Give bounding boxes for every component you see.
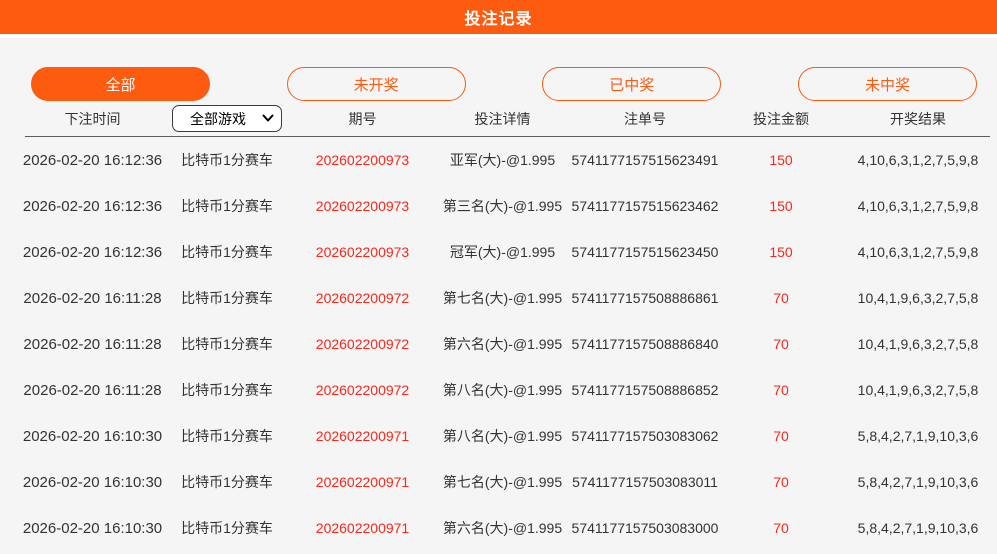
table-row: 2026-02-20 16:11:28 比特币1分赛车 202602200972… [23, 321, 990, 367]
cell-bet-detail: 第六名(大)-@1.995 [442, 520, 563, 536]
cell-game-name: 比特币1分赛车 [181, 336, 273, 352]
cell-bet-time: 2026-02-20 16:12:36 [22, 197, 163, 215]
betting-records-page: 投注记录 全部 未开奖 已中奖 未中奖 下注时间 全部游戏 期号 投注详情 注单… [0, 0, 997, 554]
cell-game-name: 比特币1分赛车 [181, 290, 273, 306]
cell-draw-result: 5,8,4,2,7,1,9,10,3,6 [857, 474, 979, 490]
cell-order-number: 5741177157508886861 [571, 290, 719, 306]
cell-game-name: 比特币1分赛车 [181, 520, 273, 536]
cell-bet-time: 2026-02-20 16:10:30 [22, 519, 163, 537]
cell-bet-amount: 70 [773, 382, 789, 398]
cell-bet-detail: 第三名(大)-@1.995 [442, 198, 563, 214]
cell-period-number: 202602200972 [315, 382, 410, 398]
page-title: 投注记录 [464, 11, 533, 28]
cell-draw-result: 4,10,6,3,1,2,7,5,9,8 [857, 198, 979, 214]
cell-bet-detail: 第七名(大)-@1.995 [442, 290, 563, 306]
table-row: 2026-02-20 16:12:36 比特币1分赛车 202602200973… [22, 183, 990, 229]
cell-period-number: 202602200971 [315, 520, 410, 536]
game-filter-dropdown[interactable]: 全部游戏 [172, 105, 282, 132]
cell-period-number: 202602200973 [315, 152, 410, 168]
table-header-row: 下注时间 全部游戏 期号 投注详情 注单号 投注金额 开奖结果 [25, 101, 990, 137]
cell-bet-detail: 冠军(大)-@1.995 [449, 244, 556, 260]
cell-bet-time: 2026-02-20 16:12:36 [22, 151, 163, 169]
column-header-order-no: 注单号 [624, 110, 666, 127]
bet-records-table: 下注时间 全部游戏 期号 投注详情 注单号 投注金额 开奖结果 2026-02-… [22, 101, 990, 551]
column-header-period: 期号 [348, 110, 377, 127]
cell-game-name: 比特币1分赛车 [181, 198, 273, 214]
table-row: 2026-02-20 16:12:36 比特币1分赛车 202602200973… [22, 137, 990, 183]
table-row: 2026-02-20 16:10:30 比特币1分赛车 202602200971… [22, 413, 990, 459]
cell-draw-result: 5,8,4,2,7,1,9,10,3,6 [857, 520, 979, 536]
table-row: 2026-02-20 16:11:28 比特币1分赛车 202602200972… [23, 275, 990, 321]
cell-bet-detail: 亚军(大)-@1.995 [449, 152, 556, 168]
cell-bet-amount: 150 [769, 198, 793, 214]
cell-draw-result: 10,4,1,9,6,3,2,7,5,8 [857, 290, 979, 306]
cell-order-number: 5741177157508886852 [571, 382, 719, 398]
cell-bet-amount: 70 [773, 428, 789, 444]
cell-period-number: 202602200971 [315, 474, 410, 490]
cell-order-number: 5741177157508886840 [571, 336, 719, 352]
cell-order-number: 5741177157515623450 [571, 244, 719, 260]
cell-bet-detail: 第六名(大)-@1.995 [442, 336, 563, 352]
cell-order-number: 5741177157503083011 [572, 474, 718, 490]
cell-game-name: 比特币1分赛车 [181, 474, 273, 490]
game-filter-select[interactable]: 全部游戏 [172, 105, 282, 132]
cell-draw-result: 4,10,6,3,1,2,7,5,9,8 [857, 152, 979, 168]
cell-order-number: 5741177157515623462 [571, 198, 719, 214]
filter-all-button[interactable]: 全部 [31, 67, 210, 101]
cell-period-number: 202602200973 [315, 198, 410, 214]
cell-draw-result: 10,4,1,9,6,3,2,7,5,8 [857, 382, 979, 398]
filter-lost-button[interactable]: 未中奖 [797, 67, 977, 101]
cell-bet-time: 2026-02-20 16:12:36 [22, 243, 163, 261]
cell-period-number: 202602200972 [315, 290, 410, 306]
cell-bet-time: 2026-02-20 16:11:28 [23, 381, 162, 399]
cell-draw-result: 10,4,1,9,6,3,2,7,5,8 [857, 336, 979, 352]
cell-bet-amount: 70 [773, 474, 789, 490]
table-row: 2026-02-20 16:12:36 比特币1分赛车 202602200973… [22, 229, 990, 275]
cell-order-number: 5741177157503083000 [571, 520, 719, 536]
filter-bar: 全部 未开奖 已中奖 未中奖 [0, 38, 997, 101]
cell-order-number: 5741177157515623491 [571, 152, 719, 168]
cell-bet-detail: 第八名(大)-@1.995 [442, 428, 563, 444]
cell-draw-result: 5,8,4,2,7,1,9,10,3,6 [857, 428, 979, 444]
cell-bet-time: 2026-02-20 16:10:30 [22, 473, 163, 491]
column-header-bet-time: 下注时间 [64, 110, 121, 127]
table-row: 2026-02-20 16:10:30 比特币1分赛车 202602200971… [22, 459, 990, 505]
cell-order-number: 5741177157503083062 [571, 428, 719, 444]
cell-bet-amount: 70 [773, 336, 789, 352]
cell-period-number: 202602200972 [315, 336, 410, 352]
column-header-bet-detail: 投注详情 [474, 110, 531, 127]
table-row: 2026-02-20 16:11:28 比特币1分赛车 202602200972… [23, 367, 990, 413]
cell-draw-result: 4,10,6,3,1,2,7,5,9,8 [857, 244, 979, 260]
cell-period-number: 202602200971 [315, 428, 410, 444]
cell-bet-detail: 第七名(大)-@1.995 [442, 474, 563, 490]
cell-bet-amount: 70 [773, 290, 789, 306]
table-row: 2026-02-20 16:10:30 比特币1分赛车 202602200971… [22, 505, 990, 551]
cell-bet-amount: 150 [769, 244, 793, 260]
cell-game-name: 比特币1分赛车 [181, 428, 273, 444]
cell-period-number: 202602200973 [315, 244, 410, 260]
cell-bet-amount: 150 [769, 152, 793, 168]
table-body: 2026-02-20 16:12:36 比特币1分赛车 202602200973… [22, 137, 990, 551]
column-header-game: 全部游戏 [160, 105, 294, 132]
cell-game-name: 比特币1分赛车 [181, 152, 273, 168]
cell-bet-time: 2026-02-20 16:11:28 [23, 335, 162, 353]
cell-bet-time: 2026-02-20 16:11:28 [23, 289, 162, 307]
filter-won-button[interactable]: 已中奖 [542, 67, 722, 101]
cell-bet-amount: 70 [773, 520, 789, 536]
cell-bet-time: 2026-02-20 16:10:30 [22, 427, 163, 445]
filter-undrawn-button[interactable]: 未开奖 [286, 67, 466, 101]
cell-game-name: 比特币1分赛车 [181, 244, 273, 260]
cell-bet-detail: 第八名(大)-@1.995 [442, 382, 563, 398]
top-bar: 投注记录 [0, 0, 997, 34]
cell-game-name: 比特币1分赛车 [181, 382, 273, 398]
column-header-bet-amount: 投注金额 [753, 110, 809, 127]
column-header-draw-result: 开奖结果 [890, 110, 946, 127]
